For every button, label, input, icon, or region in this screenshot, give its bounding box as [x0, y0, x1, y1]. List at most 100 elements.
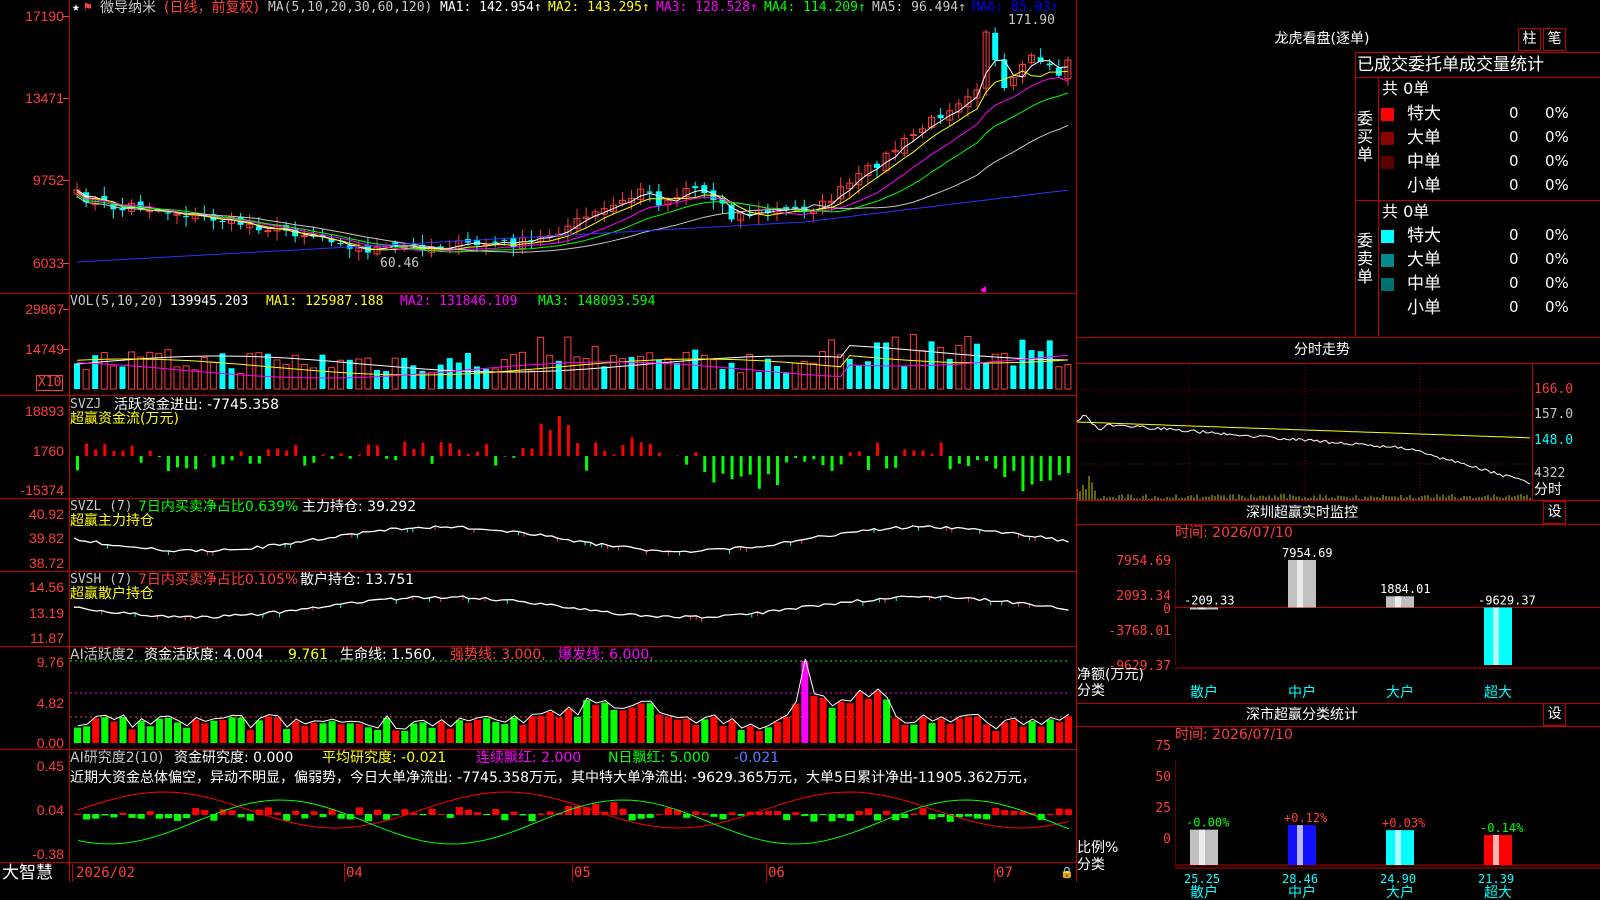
bar-shine	[1199, 607, 1205, 610]
flow-bar	[94, 449, 98, 456]
activity-bar	[719, 725, 727, 743]
main-holding-chart[interactable]	[70, 499, 1076, 571]
lhb-row-percent: 0%	[1545, 274, 1569, 292]
intraday-axis-label: 157.0	[1534, 407, 1574, 422]
sell-total: 共 0单	[1382, 202, 1430, 221]
research-bar	[474, 812, 482, 815]
flow-bar	[748, 456, 752, 475]
category-label: 大户	[1386, 884, 1414, 900]
lhb-row-value: 0	[1509, 176, 1519, 194]
flow-bar	[1012, 456, 1016, 471]
yanjiu-summary: 近期大资金总体偏空，异动不明显，偏弱势，今日大单净流出: -7745.358万元…	[70, 770, 1036, 786]
lock-icon[interactable]: 🔒	[1060, 866, 1074, 880]
activity-bar	[510, 717, 518, 743]
flow-bar	[757, 456, 761, 489]
volume-bar	[446, 358, 453, 389]
flow-bar	[739, 456, 743, 477]
research-bar	[301, 814, 309, 819]
column-view-button[interactable]: 柱	[1518, 28, 1541, 51]
flow-bar	[557, 416, 561, 456]
flow-bar	[257, 456, 261, 464]
volume-bar	[1037, 351, 1044, 389]
flow-bar	[221, 456, 225, 465]
activity-bar	[164, 717, 172, 743]
flow-bar	[1057, 456, 1061, 475]
activity-bar	[628, 707, 636, 743]
stats-axis-label: 75	[1155, 739, 1171, 754]
ma-line-4	[76, 92, 1069, 253]
activity-bar	[601, 702, 609, 743]
monitor-axis-label: -3768.01	[1108, 624, 1171, 639]
chart-area[interactable]: 17190 13471 9752 6033 ★ ⚑ 微导纳米 (日线，前复权) …	[0, 0, 1077, 900]
activity-bar	[1064, 716, 1072, 743]
activity-bar	[964, 716, 972, 743]
category-label: 大户	[1386, 684, 1414, 700]
activity-bar	[146, 726, 154, 743]
activity-bar	[692, 725, 700, 743]
stats-settings-button[interactable]: 设	[1543, 703, 1566, 726]
flow-bar	[594, 442, 598, 456]
volume-bar	[109, 365, 117, 390]
research-chart[interactable]	[70, 786, 1076, 862]
activity-bar	[937, 718, 945, 743]
activity-bar	[528, 716, 536, 743]
tick-view-button[interactable]: 笔	[1543, 28, 1566, 51]
candlestick-chart[interactable]	[70, 0, 1076, 292]
stats-bar-chart[interactable]: 25.25 -0.00% 散户 28.46 +0.12% 中户 24.90 +0.03% 大户 2…	[1175, 740, 1600, 900]
research-bar	[174, 814, 182, 821]
activity-bar	[819, 697, 827, 743]
color-swatch	[1381, 230, 1394, 243]
lhb-row-percent: 0%	[1545, 176, 1569, 194]
research-bar	[764, 811, 772, 815]
flow-bar	[1039, 456, 1043, 482]
research-bar	[437, 813, 445, 815]
flow-bar	[921, 450, 925, 456]
monitor-bar-chart[interactable]: -209.33 散户 7954.69 中户 1884.01 大户 -9629.37 超大	[1175, 540, 1600, 700]
flow-bar	[357, 454, 361, 456]
volume-bar	[291, 354, 299, 390]
ma-line-3	[76, 76, 1069, 252]
volume-bar	[455, 362, 462, 389]
volume-bar	[437, 364, 444, 389]
volume-bar	[1010, 365, 1017, 389]
research-bar	[728, 812, 736, 815]
monitor-axis-label: 0	[1163, 602, 1171, 617]
activity-bar	[755, 730, 763, 743]
flow-bar	[85, 443, 89, 456]
intraday-chart[interactable]	[1077, 364, 1532, 500]
flow-bar	[285, 450, 289, 456]
volume-bar	[818, 351, 826, 390]
activity-chart[interactable]	[70, 647, 1076, 749]
activity-bar	[428, 727, 436, 743]
bar	[1190, 829, 1218, 865]
activity-bar	[419, 722, 427, 743]
activity-bar	[1037, 726, 1045, 743]
research-bar	[519, 814, 527, 816]
volume-bar	[246, 353, 254, 390]
research-bar	[792, 812, 800, 815]
retail-holding-chart[interactable]	[70, 572, 1076, 646]
activity-bar	[410, 723, 418, 743]
yanjiu-e: -0.021	[734, 750, 780, 766]
volume-bar	[837, 354, 845, 390]
activity-bar	[1019, 726, 1027, 743]
fund-flow-chart[interactable]	[70, 396, 1076, 498]
research-bar	[374, 809, 382, 815]
monitor-xlabel: 分类	[1077, 683, 1105, 699]
monitor-settings-button[interactable]: 设	[1543, 501, 1566, 524]
volume-bar	[692, 349, 699, 389]
volume-bar	[764, 358, 771, 389]
activity-bar	[1046, 719, 1054, 743]
activity-bar	[674, 719, 682, 743]
research-bar	[1064, 809, 1072, 815]
volume-bar	[209, 361, 217, 390]
volume-chart[interactable]	[70, 294, 1076, 395]
flow-bar	[330, 456, 334, 459]
candle	[783, 207, 790, 209]
research-bar	[83, 814, 91, 820]
yanjiu-d: N日飘红: 5.000	[608, 750, 710, 766]
activity-bar	[455, 720, 463, 743]
research-bar	[201, 809, 209, 815]
volume-bar	[800, 360, 808, 390]
research-bar	[774, 811, 782, 815]
